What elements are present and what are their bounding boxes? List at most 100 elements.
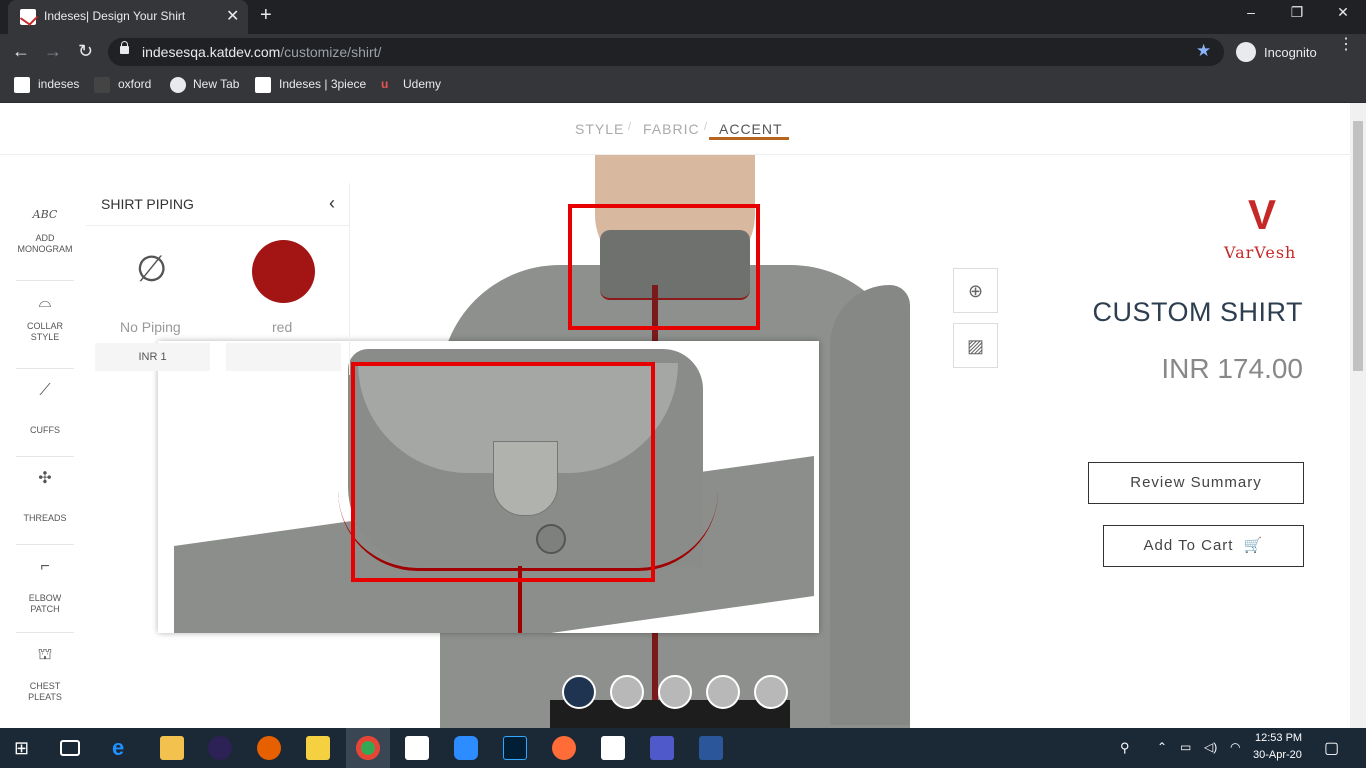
product-price: INR 174.00	[1161, 353, 1303, 384]
no-piping-icon[interactable]: ∅	[136, 248, 167, 290]
browser-tab[interactable]: Indeses| Design Your Shirt ✕	[8, 0, 248, 34]
sidebar-item-cuffs[interactable]: ⟋ CUFFS	[16, 377, 74, 457]
bookmark-oxford[interactable]: oxford	[118, 77, 151, 91]
swatch-grey[interactable]	[658, 675, 692, 709]
calculator-icon[interactable]	[405, 736, 429, 760]
edge-icon[interactable]: e	[112, 736, 136, 760]
new-tab-icon[interactable]: +	[260, 4, 272, 27]
volume-icon[interactable]: ◁)	[1204, 740, 1217, 754]
threads-icon: ✣	[38, 470, 52, 487]
sticky-notes-icon[interactable]	[601, 736, 625, 760]
close-window-icon[interactable]: ✕	[1320, 4, 1366, 21]
swatch-grey[interactable]	[754, 675, 788, 709]
bookmark-udemy[interactable]: Udemy	[403, 77, 441, 91]
step-accent[interactable]: ACCENT	[719, 121, 783, 137]
notifications-icon[interactable]: ▢	[1324, 738, 1339, 758]
windows-start-icon[interactable]: ⊞	[14, 736, 38, 760]
review-summary-button[interactable]: Review Summary	[1088, 462, 1304, 504]
reload-icon[interactable]: ↻	[78, 41, 93, 62]
oxford-favicon-icon	[94, 77, 110, 93]
sidebar-item-label: CHEST PLEATS	[28, 681, 62, 702]
shirt-sleeve	[830, 285, 910, 725]
option-price	[226, 343, 341, 371]
zoom-app-icon[interactable]	[454, 736, 478, 760]
indeses-3piece-favicon-icon	[255, 77, 271, 93]
incognito-label: Incognito	[1264, 45, 1317, 60]
bookmark-indeses-3piece[interactable]: Indeses | 3piece	[279, 77, 366, 91]
bookmark-star-icon[interactable]: ★	[1196, 41, 1211, 61]
wifi-icon[interactable]: ◠	[1230, 740, 1240, 754]
option-label-no-piping: No Piping	[120, 319, 181, 335]
brand-name: VarVesh	[1224, 243, 1297, 262]
sidebar-item-label: CUFFS	[30, 425, 60, 435]
eclipse-icon[interactable]	[208, 736, 232, 760]
incognito-icon[interactable]	[1236, 42, 1256, 62]
bookmark-indeses[interactable]: indeses	[38, 77, 79, 91]
step-fabric[interactable]: FABRIC	[643, 121, 700, 137]
fabric-detail-button[interactable]: ▨	[953, 323, 998, 368]
word-icon[interactable]	[699, 736, 723, 760]
page-viewport: STYLE / FABRIC / ACCENT ABC ADD MONOGRAM…	[0, 103, 1350, 728]
sidebar-item-label: COLLAR STYLE	[26, 321, 63, 342]
postman-icon[interactable]	[552, 736, 576, 760]
add-to-cart-button[interactable]: Add To Cart 🛒	[1103, 525, 1304, 567]
windows-taskbar: ⊞ e ⚲ ⌃ ▭ ◁) ◠ 12:53 PM 30-Apr-20 ▢	[0, 728, 1366, 768]
collar-icon: ⌓	[38, 294, 52, 311]
page-scrollbar[interactable]	[1350, 103, 1366, 728]
lock-icon	[120, 41, 129, 54]
step-separator: /	[628, 121, 632, 133]
step-separator: /	[704, 121, 708, 133]
cart-icon: 🛒	[1238, 537, 1264, 554]
divider	[86, 225, 350, 226]
globe-icon	[170, 77, 186, 93]
sidebar-item-threads[interactable]: ✣ THREADS	[16, 465, 74, 545]
swatch-grey[interactable]	[610, 675, 644, 709]
tray-chevron-up-icon[interactable]: ⌃	[1157, 740, 1167, 754]
zoom-in-button[interactable]: ⊕	[953, 268, 998, 313]
collar-highlight-box	[568, 204, 760, 330]
sidebar-item-elbow-patch[interactable]: ⌐ ELBOW PATCH	[16, 553, 74, 633]
sidebar-item-chest-pleats[interactable]: ⛫ CHEST PLEATS	[16, 641, 74, 728]
clock-date[interactable]: 30-Apr-20	[1253, 749, 1302, 761]
sidebar-item-monogram[interactable]: ABC ADD MONOGRAM	[16, 201, 74, 281]
battery-icon[interactable]: ▭	[1180, 740, 1191, 754]
option-label-red: red	[272, 319, 293, 335]
clock-time[interactable]: 12:53 PM	[1255, 732, 1302, 744]
chrome-icon[interactable]	[356, 736, 380, 760]
browser-menu-icon[interactable]: ⋮	[1338, 37, 1354, 53]
product-title: CUSTOM SHIRT	[1092, 297, 1303, 327]
cuffs-icon: ⟋	[39, 382, 51, 399]
file-explorer-icon[interactable]	[160, 736, 184, 760]
browser-tab-bar: Indeses| Design Your Shirt ✕ + – ❐ ✕	[0, 0, 1366, 34]
step-style[interactable]: STYLE	[575, 121, 624, 137]
back-icon[interactable]: ←	[12, 41, 30, 62]
sidebar-item-label: ELBOW PATCH	[28, 593, 62, 614]
teams-icon[interactable]	[650, 736, 674, 760]
minimize-icon[interactable]: –	[1228, 4, 1274, 20]
close-tab-icon[interactable]: ✕	[226, 6, 239, 26]
swatch-grey[interactable]	[706, 675, 740, 709]
photoshop-icon[interactable]	[503, 736, 527, 760]
red-piping-swatch[interactable]	[252, 240, 315, 303]
sidebar-item-label: ADD MONOGRAM	[17, 233, 73, 254]
option-price: INR 1	[95, 343, 210, 371]
forward-icon[interactable]: →	[44, 41, 62, 62]
tab-title: Indeses| Design Your Shirt	[44, 9, 186, 23]
sidebar-item-label: THREADS	[23, 513, 67, 523]
scroll-thumb[interactable]	[1353, 121, 1363, 371]
task-view-icon[interactable]	[60, 740, 80, 756]
address-bar[interactable]: indesesqa.katdev.com/customize/shirt/ ★	[108, 38, 1224, 66]
indeses-favicon-icon	[14, 77, 30, 93]
people-icon[interactable]: ⚲	[1120, 740, 1130, 756]
restore-icon[interactable]: ❐	[1274, 4, 1320, 21]
bookmark-new-tab[interactable]: New Tab	[193, 77, 239, 91]
swatch-navy[interactable]	[562, 675, 596, 709]
udemy-favicon-icon: u	[381, 77, 389, 91]
firefox-icon[interactable]	[257, 736, 281, 760]
app-icon[interactable]	[306, 736, 330, 760]
brand-mark-icon: V	[1247, 191, 1276, 238]
chevron-left-icon[interactable]: ‹	[329, 193, 335, 214]
sidebar-item-collar-style[interactable]: ⌓ COLLAR STYLE	[16, 289, 74, 369]
step-navigation: STYLE / FABRIC / ACCENT	[0, 103, 1350, 155]
monogram-icon: ABC	[32, 208, 58, 221]
